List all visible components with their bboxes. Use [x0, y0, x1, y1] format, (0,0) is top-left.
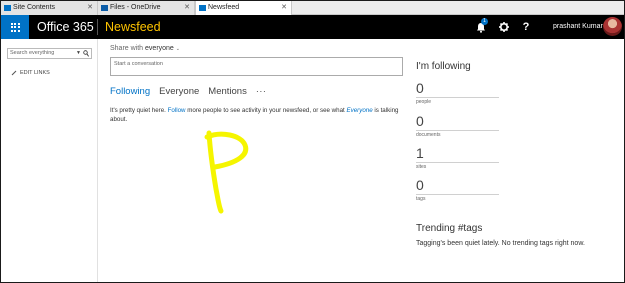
left-navigation: Search everything ▼ EDIT LINKS	[1, 39, 98, 282]
browser-tab-label: Site Contents	[13, 4, 56, 11]
onedrive-icon	[101, 5, 108, 11]
more-tabs-button[interactable]: ···	[256, 86, 267, 96]
stat-value: 0	[416, 177, 424, 193]
empty-feed-message: It's pretty quiet here. Follow more peop…	[110, 106, 400, 124]
trending-message: Tagging's been quiet lately. No trending…	[416, 240, 585, 247]
browser-tab-newsfeed[interactable]: Newsfeed ✕	[195, 1, 292, 15]
browser-tab-bar: Site Contents ✕ Files - OneDrive ✕ Newsf…	[1, 1, 624, 15]
avatar[interactable]	[603, 17, 622, 36]
brand-title[interactable]: Office 365	[37, 15, 94, 39]
follow-link[interactable]: Follow	[168, 107, 186, 114]
share-with-selector[interactable]: Share with everyone ⌄	[110, 45, 180, 52]
stat-value: 1	[416, 145, 424, 161]
close-icon[interactable]: ✕	[281, 1, 287, 15]
app-title[interactable]: Newsfeed	[105, 15, 161, 39]
quiet-text: It's pretty quiet here.	[110, 107, 166, 114]
stat-tags[interactable]: 0 tags	[416, 178, 499, 202]
yellow-p-annotation	[204, 130, 249, 214]
edit-links-button[interactable]: EDIT LINKS	[11, 70, 50, 76]
browser-tab-label: Newsfeed	[208, 4, 240, 11]
quiet-text: more people to see activity in your news…	[187, 107, 345, 114]
close-icon[interactable]: ✕	[184, 1, 190, 15]
waffle-icon	[10, 22, 20, 32]
divider	[416, 130, 499, 131]
stat-documents[interactable]: 0 documents	[416, 114, 499, 138]
share-target: everyone	[145, 45, 174, 52]
search-icon[interactable]	[83, 50, 89, 57]
divider	[416, 162, 499, 163]
stat-label: tags	[416, 196, 426, 202]
sharepoint-icon	[4, 5, 11, 11]
sharepoint-icon	[199, 5, 206, 11]
help-icon: ?	[522, 21, 530, 33]
tab-mentions[interactable]: Mentions	[208, 86, 247, 97]
trending-heading: Trending #tags	[416, 223, 483, 234]
suite-bar: Office 365 Newsfeed 1 ? prashant Kumar	[1, 15, 624, 39]
app-launcher-button[interactable]	[1, 15, 29, 39]
stat-value: 0	[416, 113, 424, 129]
following-heading: I'm following	[416, 61, 471, 72]
chevron-down-icon: ⌄	[175, 46, 180, 52]
share-with-label: Share with	[110, 45, 144, 52]
browser-tab-onedrive[interactable]: Files - OneDrive ✕	[98, 1, 195, 15]
stat-label: people	[416, 99, 432, 105]
screen: Site Contents ✕ Files - OneDrive ✕ Newsf…	[1, 1, 624, 282]
divider	[416, 194, 499, 195]
tab-everyone[interactable]: Everyone	[159, 86, 199, 97]
everyone-link[interactable]: Everyone	[347, 107, 373, 114]
gear-icon	[499, 22, 509, 32]
feed-tabs: Following Everyone Mentions ···	[110, 86, 266, 97]
close-icon[interactable]: ✕	[87, 1, 93, 15]
stat-people[interactable]: 0 people	[416, 81, 499, 105]
search-input[interactable]: Search everything	[10, 50, 54, 56]
browser-tab-label: Files - OneDrive	[110, 4, 161, 11]
stat-value: 0	[416, 80, 424, 96]
stat-label: documents	[416, 132, 441, 138]
conversation-placeholder: Start a conversation	[114, 61, 163, 67]
notification-badge: 1	[481, 18, 488, 25]
conversation-input[interactable]: Start a conversation	[110, 57, 403, 76]
pencil-icon	[11, 70, 17, 76]
chevron-down-icon[interactable]: ▼	[76, 49, 81, 58]
stat-label: sites	[416, 164, 427, 170]
divider	[416, 97, 499, 98]
help-button[interactable]: ?	[515, 15, 537, 39]
tab-following[interactable]: Following	[110, 86, 150, 97]
user-name[interactable]: prashant Kumar	[553, 15, 603, 39]
stat-sites[interactable]: 1 sites	[416, 146, 499, 170]
search-box[interactable]: Search everything ▼	[7, 48, 92, 59]
divider	[97, 19, 98, 35]
settings-button[interactable]	[493, 15, 515, 39]
browser-tab-site-contents[interactable]: Site Contents ✕	[1, 1, 98, 15]
edit-links-label: EDIT LINKS	[20, 70, 50, 76]
notifications-button[interactable]: 1	[470, 15, 492, 39]
